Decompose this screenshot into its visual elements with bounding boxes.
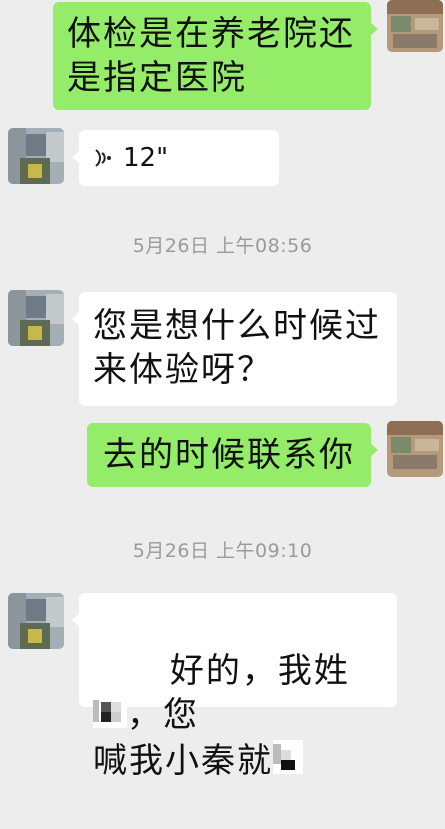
avatar-image xyxy=(387,0,443,52)
voice-duration: 12" xyxy=(123,143,169,173)
voice-message-bubble[interactable]: 12" xyxy=(72,130,279,186)
message-bubble-incoming[interactable]: 好的，我姓，您喊我小秦就 xyxy=(72,593,397,781)
message-text: 好的，我姓，您喊我小秦就 xyxy=(93,605,383,829)
self-avatar[interactable] xyxy=(387,0,443,52)
message-text: 您是想什么时候过 来体验呀？ xyxy=(93,306,381,390)
redacted-mosaic xyxy=(93,694,127,739)
message-text-part: ，您 xyxy=(127,695,199,735)
message-text-part: 喊我小秦就 xyxy=(93,741,273,781)
contact-avatar[interactable] xyxy=(8,128,64,184)
redacted-mosaic xyxy=(273,740,303,785)
contact-avatar[interactable] xyxy=(8,593,64,649)
timestamp: 5月26日 上午08:56 xyxy=(132,235,313,257)
avatar-image xyxy=(8,128,64,184)
avatar-image xyxy=(8,593,64,649)
avatar-image xyxy=(8,290,64,346)
avatar-image xyxy=(387,421,443,477)
message-bubble-outgoing[interactable]: 去的时候联系你 xyxy=(87,423,378,487)
timestamp: 5月26日 上午09:10 xyxy=(132,540,313,562)
chat-window: 体检是在养老院还 是指定医院 12" 5月26日 上午08:56 您是想什么时候… xyxy=(0,0,445,781)
voice-wave-icon xyxy=(95,149,111,167)
message-text: 体检是在养老院还 是指定医院 xyxy=(67,14,355,98)
self-avatar[interactable] xyxy=(387,421,443,477)
message-text-part: 好的，我姓 xyxy=(169,651,350,691)
message-bubble-incoming[interactable]: 您是想什么时候过 来体验呀？ xyxy=(72,292,397,406)
message-bubble-outgoing[interactable]: 体检是在养老院还 是指定医院 xyxy=(53,2,378,110)
message-text: 去的时候联系你 xyxy=(103,435,355,475)
contact-avatar[interactable] xyxy=(8,290,64,346)
